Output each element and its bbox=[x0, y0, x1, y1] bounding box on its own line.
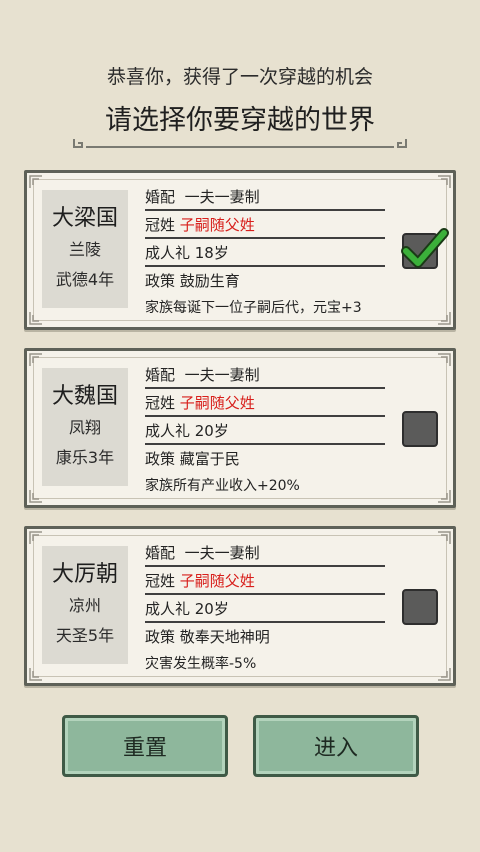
rule-label: 冠姓 bbox=[145, 216, 176, 234]
corner-ornament-icon bbox=[29, 311, 43, 325]
country-place: 凉州 bbox=[68, 596, 101, 615]
corner-ornament-icon bbox=[29, 353, 43, 367]
country-place: 凤翔 bbox=[68, 418, 101, 437]
title-ornament bbox=[73, 139, 407, 148]
coming-of-age-rule: 成人礼 20岁 bbox=[145, 595, 385, 623]
country-panel: 大魏国 凤翔 康乐3年 bbox=[42, 368, 128, 486]
corner-ornament-icon bbox=[29, 531, 43, 545]
country-name: 大梁国 bbox=[51, 206, 118, 231]
country-era: 康乐3年 bbox=[55, 448, 115, 467]
surname-rule: 冠姓 子嗣随父姓 bbox=[145, 389, 385, 417]
surname-rule: 冠姓 子嗣随父姓 bbox=[145, 211, 385, 239]
corner-ornament-icon bbox=[29, 489, 43, 503]
rule-value-highlight: 子嗣随父姓 bbox=[179, 394, 255, 412]
corner-ornament-icon bbox=[437, 311, 451, 325]
policy-rule: 政策 藏富于民 bbox=[145, 450, 240, 468]
country-era: 武德4年 bbox=[55, 270, 115, 289]
rule-value: 一夫一妻制 bbox=[184, 544, 260, 562]
marriage-rule: 婚配 一夫一妻制 bbox=[145, 361, 385, 389]
corner-ornament-icon bbox=[29, 175, 43, 189]
coming-of-age-rule: 成人礼 20岁 bbox=[145, 417, 385, 445]
policy-rule: 政策 鼓励生育 bbox=[145, 272, 240, 290]
marriage-rule: 婚配 一夫一妻制 bbox=[145, 183, 385, 211]
world-rules: 婚配 一夫一妻制 冠姓 子嗣随父姓 成人礼 20岁 政策 敬奉天地神明 灾害发生… bbox=[145, 539, 385, 677]
rule-label: 婚配 bbox=[145, 544, 176, 562]
enter-button[interactable]: 进入 bbox=[253, 715, 419, 777]
corner-ornament-icon bbox=[29, 667, 43, 681]
world-card-1[interactable]: 大梁国 兰陵 武德4年 婚配 一夫一妻制 冠姓 子嗣随父姓 成人礼 18岁 政策… bbox=[24, 170, 456, 330]
select-checkbox-3[interactable] bbox=[402, 589, 438, 625]
rule-value: 一夫一妻制 bbox=[184, 188, 260, 206]
rule-label: 婚配 bbox=[145, 188, 176, 206]
page-title: 请选择你要穿越的世界 bbox=[105, 105, 375, 136]
corner-ornament-icon bbox=[437, 175, 451, 189]
select-checkbox-1[interactable] bbox=[401, 228, 449, 269]
coming-of-age-rule: 成人礼 18岁 bbox=[145, 239, 385, 267]
rule-label: 冠姓 bbox=[145, 394, 176, 412]
world-rules: 婚配 一夫一妻制 冠姓 子嗣随父姓 成人礼 20岁 政策 藏富于民 家族所有产业… bbox=[145, 361, 385, 499]
checkmark-icon bbox=[401, 228, 449, 268]
policy-rule: 政策 敬奉天地神明 bbox=[145, 628, 270, 646]
country-panel: 大梁国 兰陵 武德4年 bbox=[42, 190, 128, 308]
marriage-rule: 婚配 一夫一妻制 bbox=[145, 539, 385, 567]
world-rules: 婚配 一夫一妻制 冠姓 子嗣随父姓 成人礼 18岁 政策 鼓励生育 家族每诞下一… bbox=[145, 183, 385, 321]
rule-value: 一夫一妻制 bbox=[184, 366, 260, 384]
corner-ornament-icon bbox=[437, 531, 451, 545]
rule-label: 婚配 bbox=[145, 366, 176, 384]
select-checkbox-2[interactable] bbox=[402, 411, 438, 447]
reset-button[interactable]: 重置 bbox=[62, 715, 228, 777]
corner-ornament-icon bbox=[437, 353, 451, 367]
subtitle: 恭喜你，获得了一次穿越的机会 bbox=[106, 66, 373, 88]
country-name: 大厉朝 bbox=[51, 562, 118, 587]
policy-effect: 家族所有产业收入+20% bbox=[145, 478, 300, 494]
corner-ornament-icon bbox=[437, 667, 451, 681]
surname-rule: 冠姓 子嗣随父姓 bbox=[145, 567, 385, 595]
policy-effect: 家族每诞下一位子嗣后代，元宝+3 bbox=[145, 300, 362, 316]
rule-value-highlight: 子嗣随父姓 bbox=[179, 572, 255, 590]
world-card-3[interactable]: 大厉朝 凉州 天圣5年 婚配 一夫一妻制 冠姓 子嗣随父姓 成人礼 20岁 政策… bbox=[24, 526, 456, 686]
rule-label: 冠姓 bbox=[145, 572, 176, 590]
rule-value-highlight: 子嗣随父姓 bbox=[179, 216, 255, 234]
corner-ornament-icon bbox=[437, 489, 451, 503]
country-era: 天圣5年 bbox=[55, 626, 115, 645]
world-card-2[interactable]: 大魏国 凤翔 康乐3年 婚配 一夫一妻制 冠姓 子嗣随父姓 成人礼 20岁 政策… bbox=[24, 348, 456, 508]
country-panel: 大厉朝 凉州 天圣5年 bbox=[42, 546, 128, 664]
policy-effect: 灾害发生概率-5% bbox=[145, 656, 257, 672]
country-place: 兰陵 bbox=[68, 240, 101, 259]
country-name: 大魏国 bbox=[51, 384, 118, 409]
